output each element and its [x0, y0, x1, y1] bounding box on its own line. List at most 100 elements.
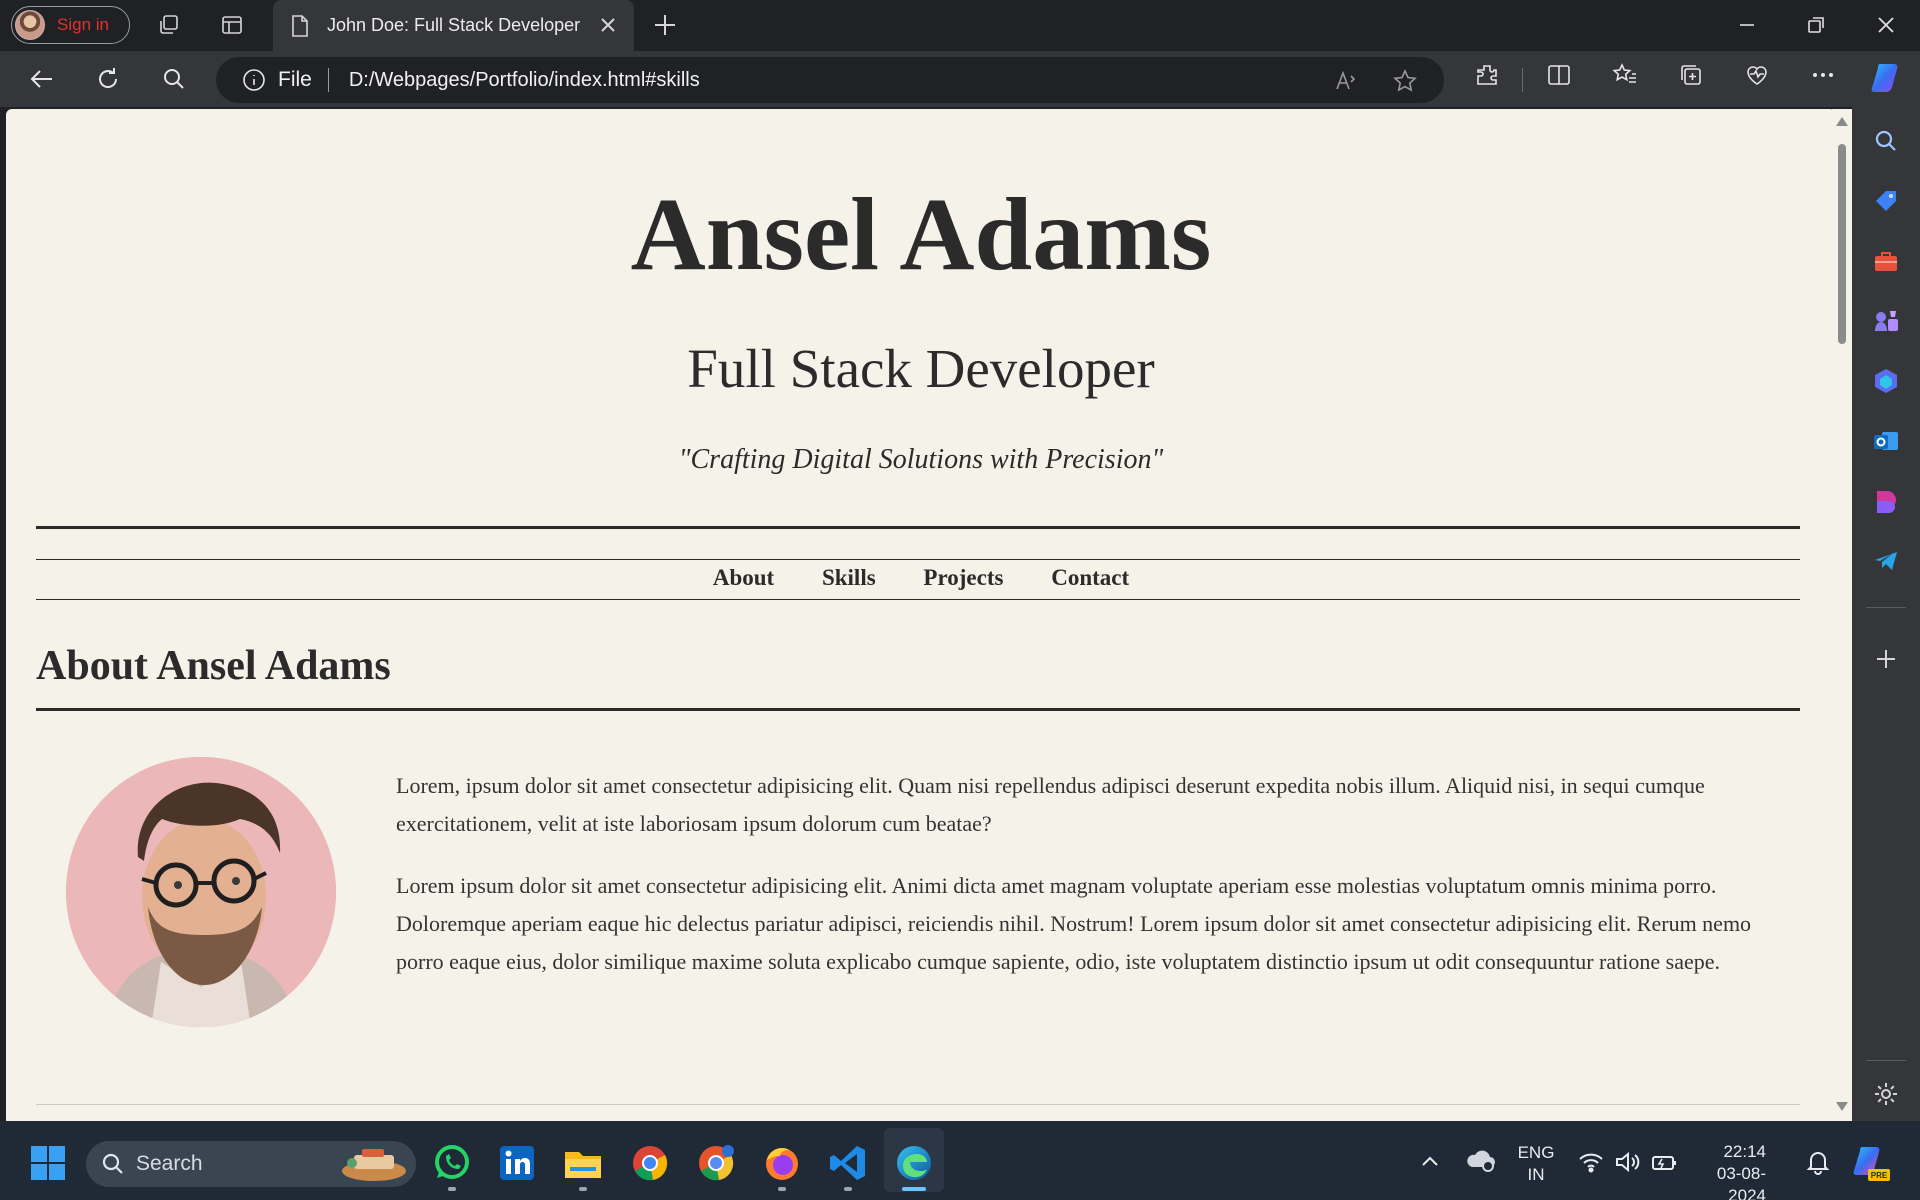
read-aloud-icon[interactable]	[1334, 68, 1360, 94]
outlook-icon[interactable]	[1872, 427, 1900, 455]
collections-icon[interactable]	[1678, 62, 1704, 88]
taskbar-search-icon	[102, 1153, 123, 1174]
windows-start-icon[interactable]	[30, 1145, 66, 1181]
tools-icon[interactable]	[1872, 247, 1900, 275]
profile-avatar	[15, 10, 45, 40]
show-hidden-icons-chevron[interactable]	[1418, 1151, 1442, 1171]
nav-bottom-border	[36, 599, 1800, 600]
scroll-down-arrow[interactable]	[1836, 1102, 1848, 1111]
games-icon[interactable]	[1872, 307, 1900, 335]
search-icon[interactable]	[159, 64, 189, 94]
header-divider	[36, 526, 1800, 529]
language-indicator[interactable]: ENG IN	[1512, 1142, 1560, 1186]
vertical-tabs-icon[interactable]	[218, 11, 246, 39]
vscode-running-indicator	[844, 1187, 852, 1191]
copilot-pre-icon[interactable]: PRE	[1850, 1143, 1890, 1183]
nav-link-contact[interactable]: Contact	[1051, 565, 1129, 590]
refresh-icon[interactable]	[93, 64, 123, 94]
favorite-icon[interactable]	[1392, 68, 1418, 94]
edge-icon[interactable]	[893, 1142, 935, 1184]
language-code: ENG	[1517, 1143, 1555, 1162]
tab-title: John Doe: Full Stack Developer	[327, 15, 581, 35]
sidebar-divider	[1866, 607, 1906, 608]
address-bar[interactable]: File D:/Webpages/Portfolio/index.html#sk…	[216, 57, 1444, 103]
shopping-icon[interactable]	[1872, 187, 1900, 215]
address-separator	[327, 68, 329, 92]
chrome-icon[interactable]	[629, 1142, 671, 1184]
windows-taskbar: Search ENG IN 22:14 03-08-2024 PRE	[0, 1121, 1920, 1200]
vscode-icon[interactable]	[827, 1142, 869, 1184]
copilot-icon[interactable]	[1870, 60, 1906, 96]
split-screen-icon[interactable]	[1546, 62, 1572, 88]
whatsapp-running-indicator	[448, 1187, 456, 1191]
whatsapp-icon[interactable]	[431, 1142, 473, 1184]
page-viewport: Ansel Adams Full Stack Developer "Crafti…	[6, 109, 1836, 1121]
taskbar-search-placeholder: Search	[136, 1152, 203, 1175]
browser-toolbar: File D:/Webpages/Portfolio/index.html#sk…	[0, 51, 1920, 107]
chrome-canary-icon[interactable]	[695, 1142, 737, 1184]
page-scrollbar[interactable]	[1832, 109, 1852, 1121]
address-url[interactable]: D:/Webpages/Portfolio/index.html#skills	[349, 69, 700, 92]
more-icon[interactable]	[1810, 62, 1836, 88]
firefox-running-indicator	[778, 1187, 786, 1191]
sidebar-search-icon[interactable]	[1872, 127, 1900, 155]
site-nav: About Skills Projects Contact	[6, 565, 1836, 591]
restore-icon[interactable]	[1803, 12, 1829, 38]
site-name: Ansel Adams	[630, 177, 1212, 292]
volume-icon[interactable]	[1614, 1151, 1640, 1173]
back-icon[interactable]	[27, 64, 57, 94]
profile-button[interactable]: Sign in	[11, 6, 130, 44]
search-highlight-icon	[342, 1149, 406, 1181]
active-tab[interactable]: John Doe: Full Stack Developer	[273, 0, 634, 51]
taskbar-search[interactable]: Search	[86, 1141, 416, 1187]
nav-top-border	[36, 559, 1800, 560]
new-tab-icon[interactable]	[652, 12, 678, 38]
nav-link-projects[interactable]: Projects	[923, 565, 1003, 590]
edge-running-indicator	[902, 1187, 926, 1191]
scroll-up-arrow[interactable]	[1836, 117, 1848, 126]
about-paragraph-1: Lorem, ipsum dolor sit amet consectetur …	[396, 773, 1705, 836]
extensions-icon[interactable]	[1474, 62, 1500, 88]
language-region: IN	[1527, 1165, 1545, 1184]
telegram-icon[interactable]	[1872, 547, 1900, 575]
profile-sign-in-label: Sign in	[57, 15, 109, 34]
profile-portrait	[66, 757, 336, 1027]
onedrive-icon[interactable]	[1464, 1147, 1496, 1173]
site-role: Full Stack Developer	[687, 338, 1155, 399]
clock-date: 03-08-2024	[1716, 1164, 1766, 1200]
battery-icon[interactable]	[1650, 1150, 1678, 1174]
edge-sidebar	[1852, 107, 1920, 1121]
info-icon[interactable]	[242, 68, 266, 92]
minimize-icon[interactable]	[1734, 12, 1760, 38]
browser-essentials-icon[interactable]	[1744, 62, 1770, 88]
nav-link-skills[interactable]: Skills	[822, 565, 876, 590]
designer-icon[interactable]	[1872, 487, 1900, 515]
settings-icon[interactable]	[1872, 1080, 1900, 1108]
wifi-icon[interactable]	[1578, 1151, 1604, 1173]
firefox-icon[interactable]	[761, 1142, 803, 1184]
file-explorer-icon[interactable]	[562, 1142, 604, 1184]
clock[interactable]: 22:14 03-08-2024	[1686, 1141, 1766, 1200]
close-window-icon[interactable]	[1873, 12, 1899, 38]
page-icon	[292, 14, 308, 37]
add-icon[interactable]	[1872, 645, 1900, 673]
about-paragraph-2: Lorem ipsum dolor sit amet consectetur a…	[396, 873, 1752, 974]
about-divider	[36, 708, 1800, 711]
favorites-icon[interactable]	[1612, 62, 1638, 88]
close-tab-icon[interactable]	[596, 13, 620, 37]
sidebar-divider-bottom	[1866, 1060, 1906, 1061]
scroll-thumb[interactable]	[1838, 144, 1846, 344]
svg-text:PRE: PRE	[1871, 1171, 1888, 1180]
section-divider	[36, 1104, 1800, 1105]
notifications-icon[interactable]	[1806, 1149, 1830, 1175]
file-explorer-running-indicator	[579, 1187, 587, 1191]
site-tagline: "Crafting Digital Solutions with Precisi…	[678, 444, 1164, 475]
nav-link-about[interactable]: About	[713, 565, 774, 590]
workspaces-icon[interactable]	[155, 11, 183, 39]
browser-title-bar: Sign in John Doe: Full Stack Developer	[0, 0, 1920, 51]
microsoft-365-icon[interactable]	[1872, 367, 1900, 395]
toolbar-divider	[1522, 68, 1523, 92]
about-heading: About Ansel Adams	[36, 643, 391, 689]
linkedin-icon[interactable]	[496, 1142, 538, 1184]
address-scheme-label: File	[278, 68, 312, 91]
